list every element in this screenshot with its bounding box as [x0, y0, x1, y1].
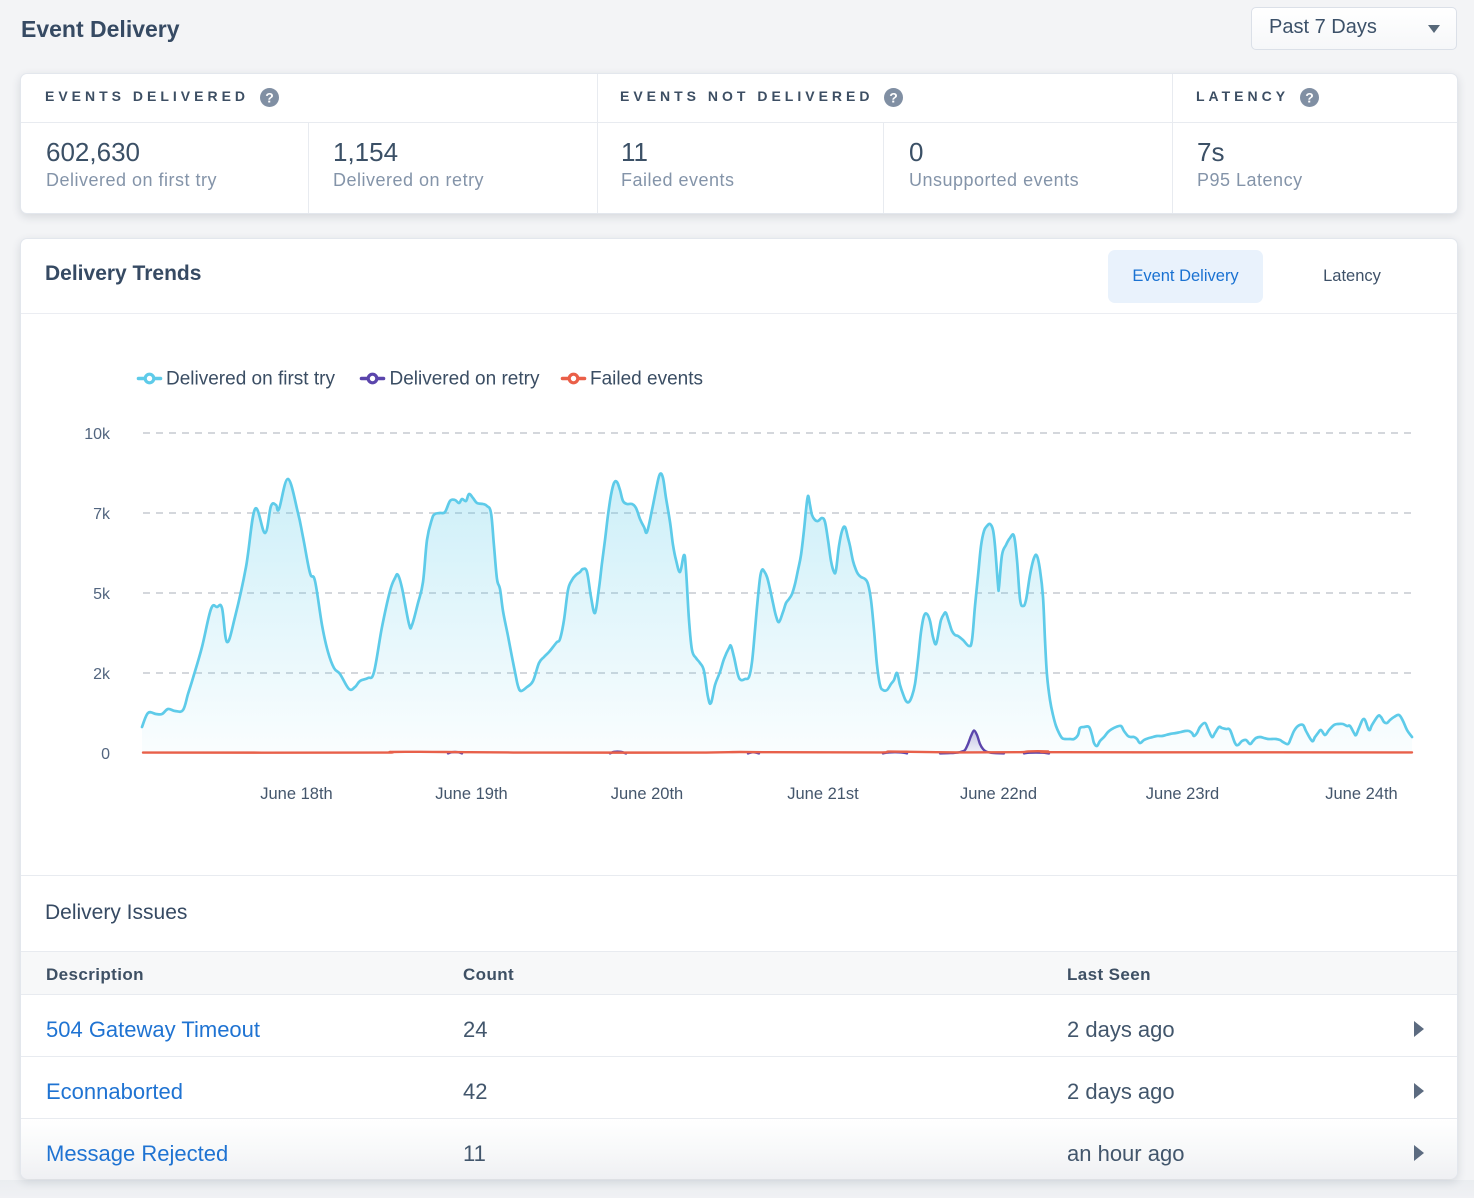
svg-text:Delivered on first try: Delivered on first try — [166, 369, 335, 390]
svg-text:2k: 2k — [93, 666, 111, 683]
svg-text:10k: 10k — [84, 426, 111, 443]
svg-text:7k: 7k — [93, 506, 111, 523]
svg-text:June 18th: June 18th — [260, 785, 332, 803]
svg-text:5k: 5k — [93, 586, 111, 603]
svg-text:June 24th: June 24th — [1325, 785, 1397, 803]
svg-text:June 19th: June 19th — [435, 785, 507, 803]
svg-text:Delivered on retry: Delivered on retry — [390, 369, 540, 390]
svg-text:0: 0 — [101, 746, 110, 763]
svg-text:June 22nd: June 22nd — [960, 785, 1037, 803]
svg-text:June 20th: June 20th — [611, 785, 683, 803]
svg-text:Failed events: Failed events — [590, 369, 703, 390]
svg-text:June 21st: June 21st — [787, 785, 859, 803]
svg-text:June 23rd: June 23rd — [1146, 785, 1219, 803]
